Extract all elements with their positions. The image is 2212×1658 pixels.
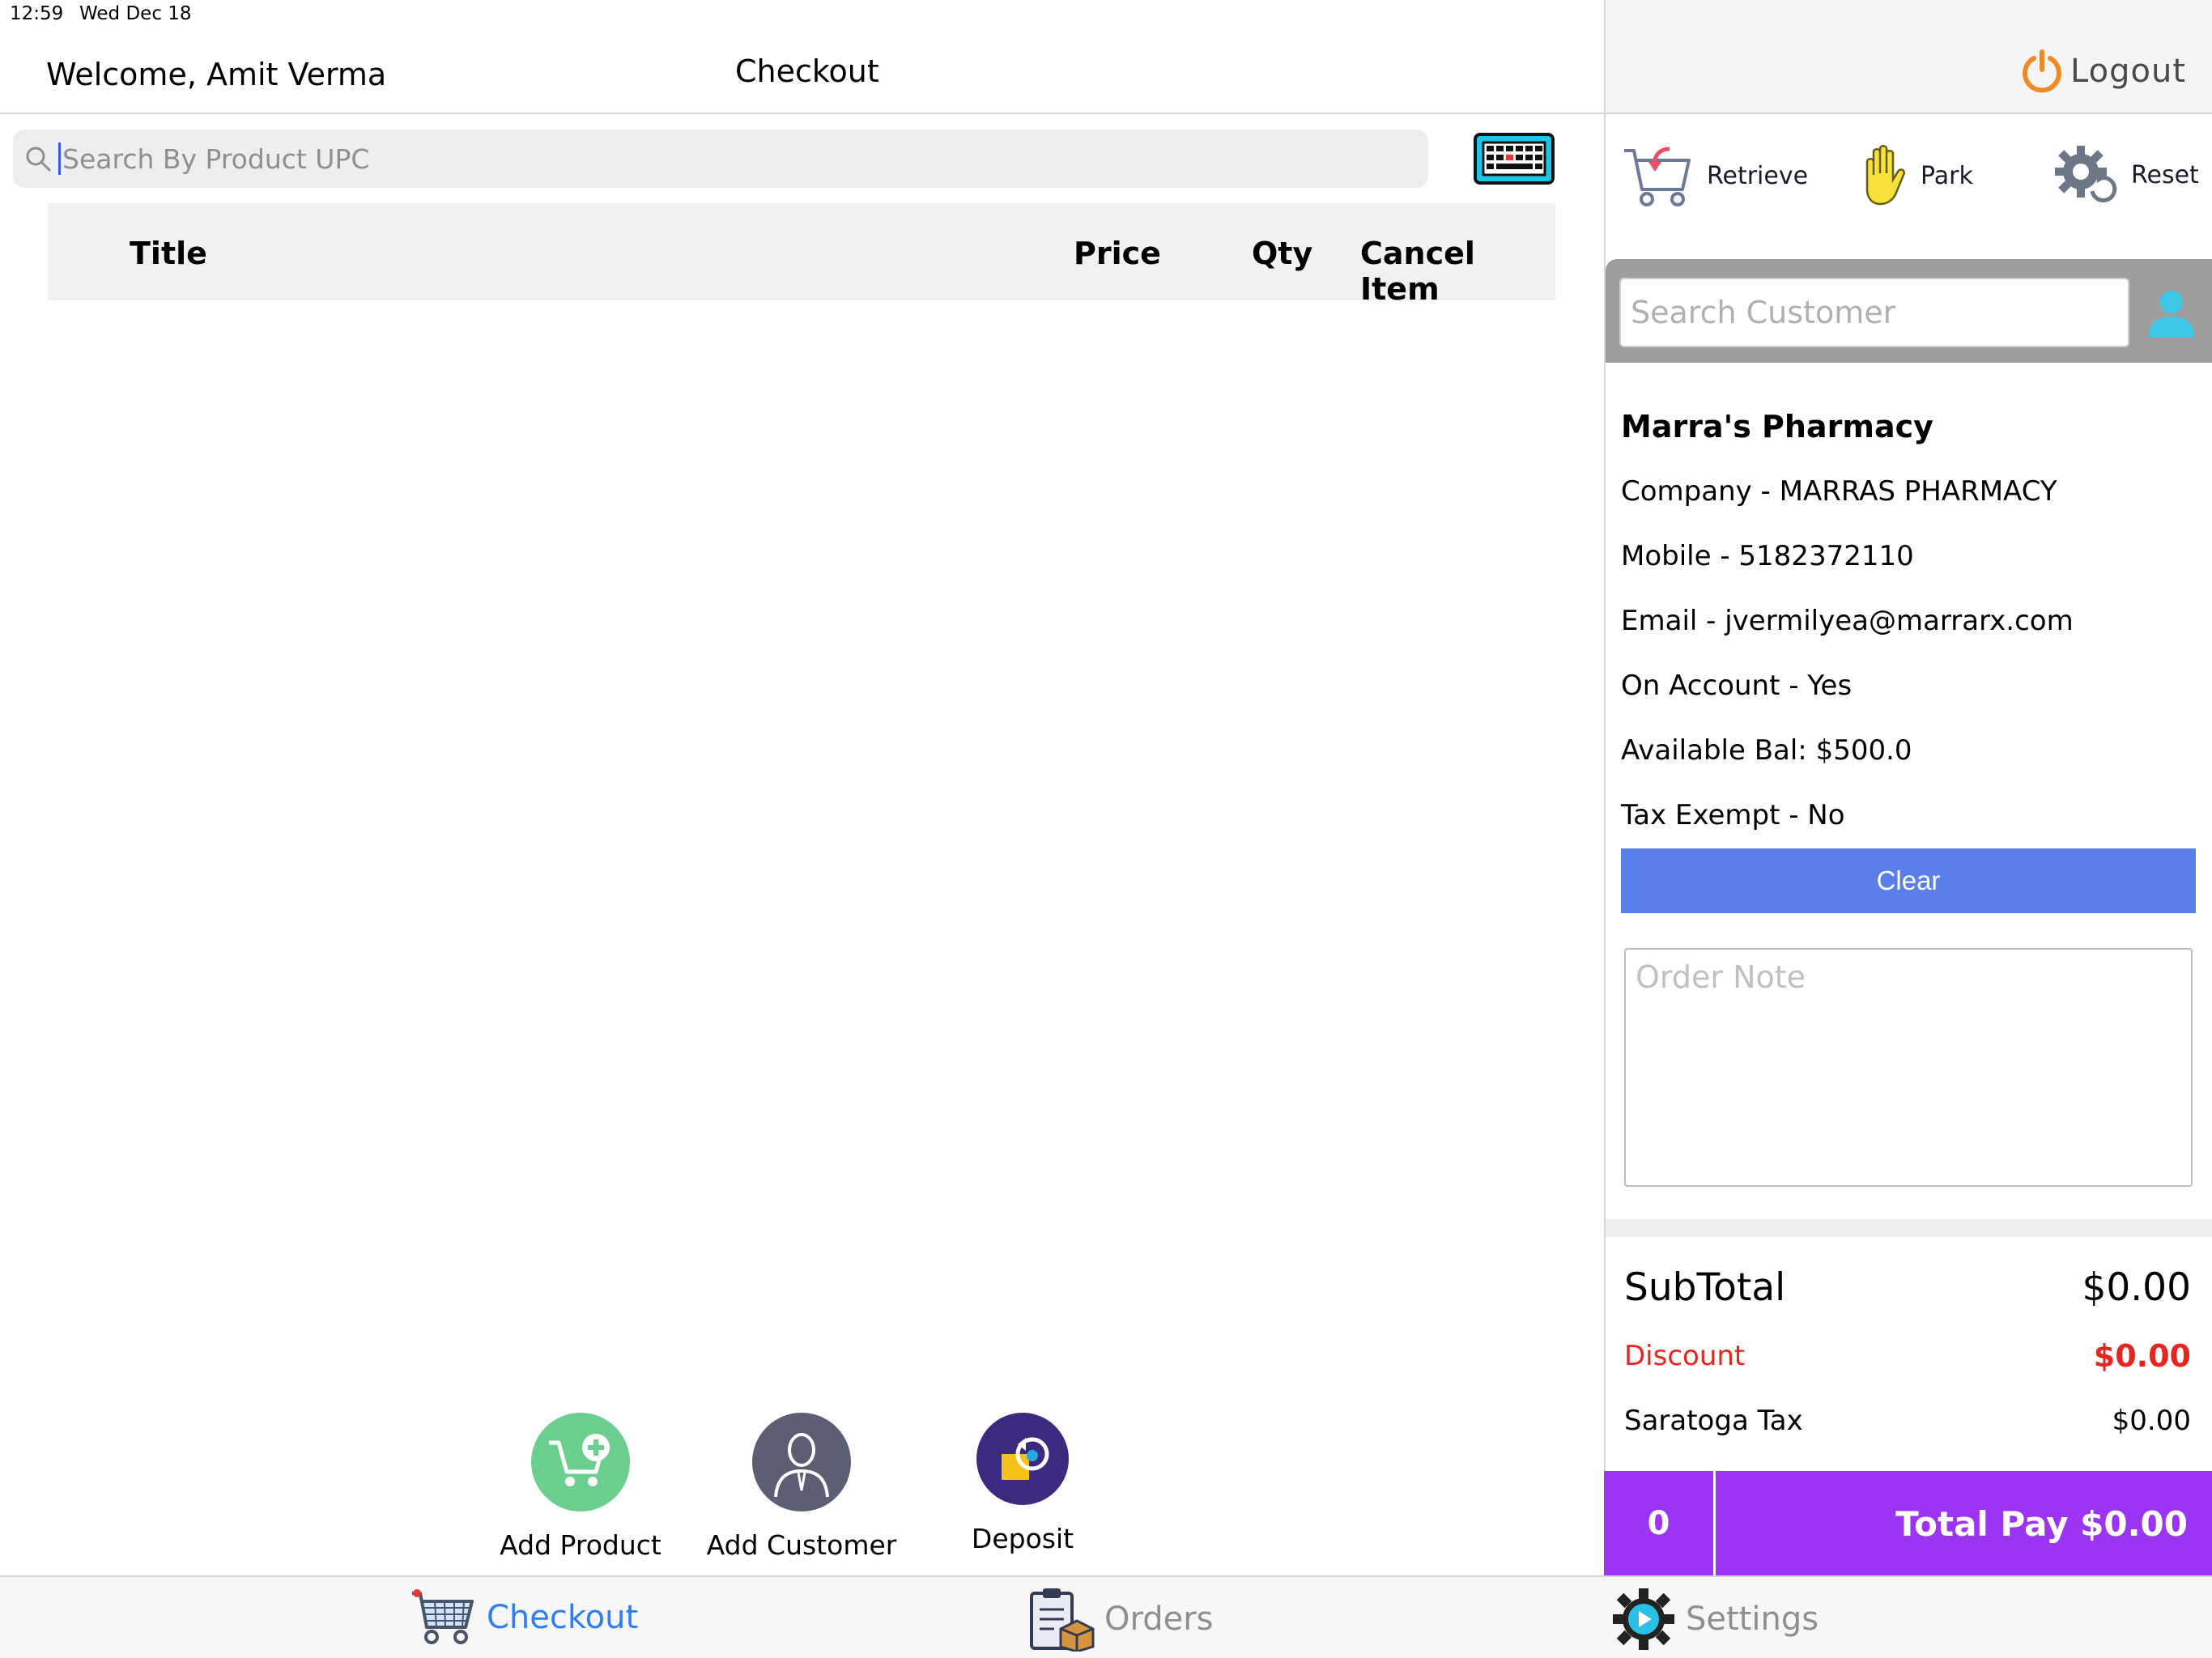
add-customer-button[interactable]: Add Customer <box>696 1413 907 1561</box>
user-icon <box>2149 291 2194 338</box>
deposit-icon <box>976 1413 1069 1505</box>
customer-mobile: Mobile - 5182372110 <box>1621 540 1914 572</box>
keyboard-icon <box>1474 133 1555 185</box>
gear-reset-icon <box>2055 146 2117 202</box>
column-price: Price <box>1074 236 1161 271</box>
clear-customer-button[interactable]: Clear <box>1621 848 2196 913</box>
page-title: Checkout <box>735 53 879 89</box>
hand-icon <box>1865 145 1905 206</box>
tab-orders[interactable]: Orders <box>1027 1587 1214 1652</box>
column-cancel-item: Cancel Item <box>1360 236 1475 307</box>
tax-label: Saratoga Tax <box>1624 1405 1803 1437</box>
subtotal-value: $0.00 <box>2082 1265 2191 1310</box>
reset-button[interactable]: Reset <box>2052 142 2199 207</box>
customer-email: Email - jvermilyea@marrarx.com <box>1621 605 2074 637</box>
customer-on-account: On Account - Yes <box>1621 670 1853 702</box>
pay-bar: 0 Total Pay $0.00 <box>1604 1471 2212 1576</box>
retrieve-button[interactable]: Retrieve <box>1621 142 1808 209</box>
park-label: Park <box>1921 161 1973 190</box>
retrieve-label: Retrieve <box>1707 161 1809 190</box>
cart-table-header: Title Price Qty Cancel Item <box>48 203 1555 307</box>
tab-checkout[interactable]: Checkout <box>409 1587 638 1648</box>
total-pay-button[interactable]: Total Pay $0.00 <box>1716 1471 2212 1576</box>
subtotal-label: SubTotal <box>1624 1265 1786 1310</box>
logout-label: Logout <box>2070 53 2186 90</box>
tab-checkout-label: Checkout <box>487 1599 639 1636</box>
customer-profile-button[interactable] <box>2147 287 2196 339</box>
item-count: 0 <box>1604 1471 1716 1576</box>
logout-button[interactable]: Logout <box>2020 49 2186 94</box>
customer-company: Company - MARRAS PHARMACY <box>1621 475 2057 508</box>
customer-available-balance: Available Bal: $500.0 <box>1621 734 1912 767</box>
tab-orders-label: Orders <box>1104 1601 1214 1638</box>
settings-gear-icon <box>1613 1588 1674 1650</box>
add-product-button[interactable]: Add Product <box>475 1413 686 1561</box>
section-divider <box>1606 1219 2212 1237</box>
column-title: Title <box>130 236 207 271</box>
column-qty: Qty <box>1252 236 1313 271</box>
discount-value[interactable]: $0.00 <box>2094 1338 2191 1374</box>
deposit-button[interactable]: Deposit <box>917 1413 1128 1554</box>
keyboard-button[interactable] <box>1474 133 1555 185</box>
power-icon <box>2023 49 2062 93</box>
customer-search-input[interactable] <box>1631 295 2128 330</box>
deposit-label: Deposit <box>971 1523 1074 1554</box>
upc-search-input[interactable] <box>62 142 1277 175</box>
customer-name: Marra's Pharmacy <box>1621 409 1933 444</box>
upc-search-bar[interactable] <box>13 130 1428 188</box>
welcome-text: Welcome, Amit Verma <box>46 57 387 92</box>
add-customer-label: Add Customer <box>706 1529 897 1561</box>
reset-label: Reset <box>2131 160 2199 189</box>
tab-settings[interactable]: Settings <box>1611 1587 1819 1652</box>
clipboard-icon <box>1030 1588 1095 1652</box>
cart-return-icon <box>1624 147 1691 206</box>
tab-settings-label: Settings <box>1686 1601 1819 1638</box>
customer-tax-exempt: Tax Exempt - No <box>1621 799 1845 831</box>
person-icon <box>752 1413 851 1511</box>
tax-value: $0.00 <box>2112 1405 2191 1437</box>
add-cart-icon <box>531 1413 630 1511</box>
text-caret <box>58 142 61 175</box>
order-note-field[interactable]: Order Note <box>1624 948 2193 1187</box>
tab-bar: Checkout Orders Settings <box>0 1575 2212 1658</box>
park-button[interactable]: Park <box>1859 142 1973 209</box>
cart-icon <box>412 1589 474 1644</box>
add-product-label: Add Product <box>500 1529 661 1561</box>
search-icon <box>26 147 51 172</box>
panel-divider <box>1604 0 1606 1575</box>
customer-search-field[interactable] <box>1619 278 2129 347</box>
discount-label[interactable]: Discount <box>1624 1340 1745 1372</box>
